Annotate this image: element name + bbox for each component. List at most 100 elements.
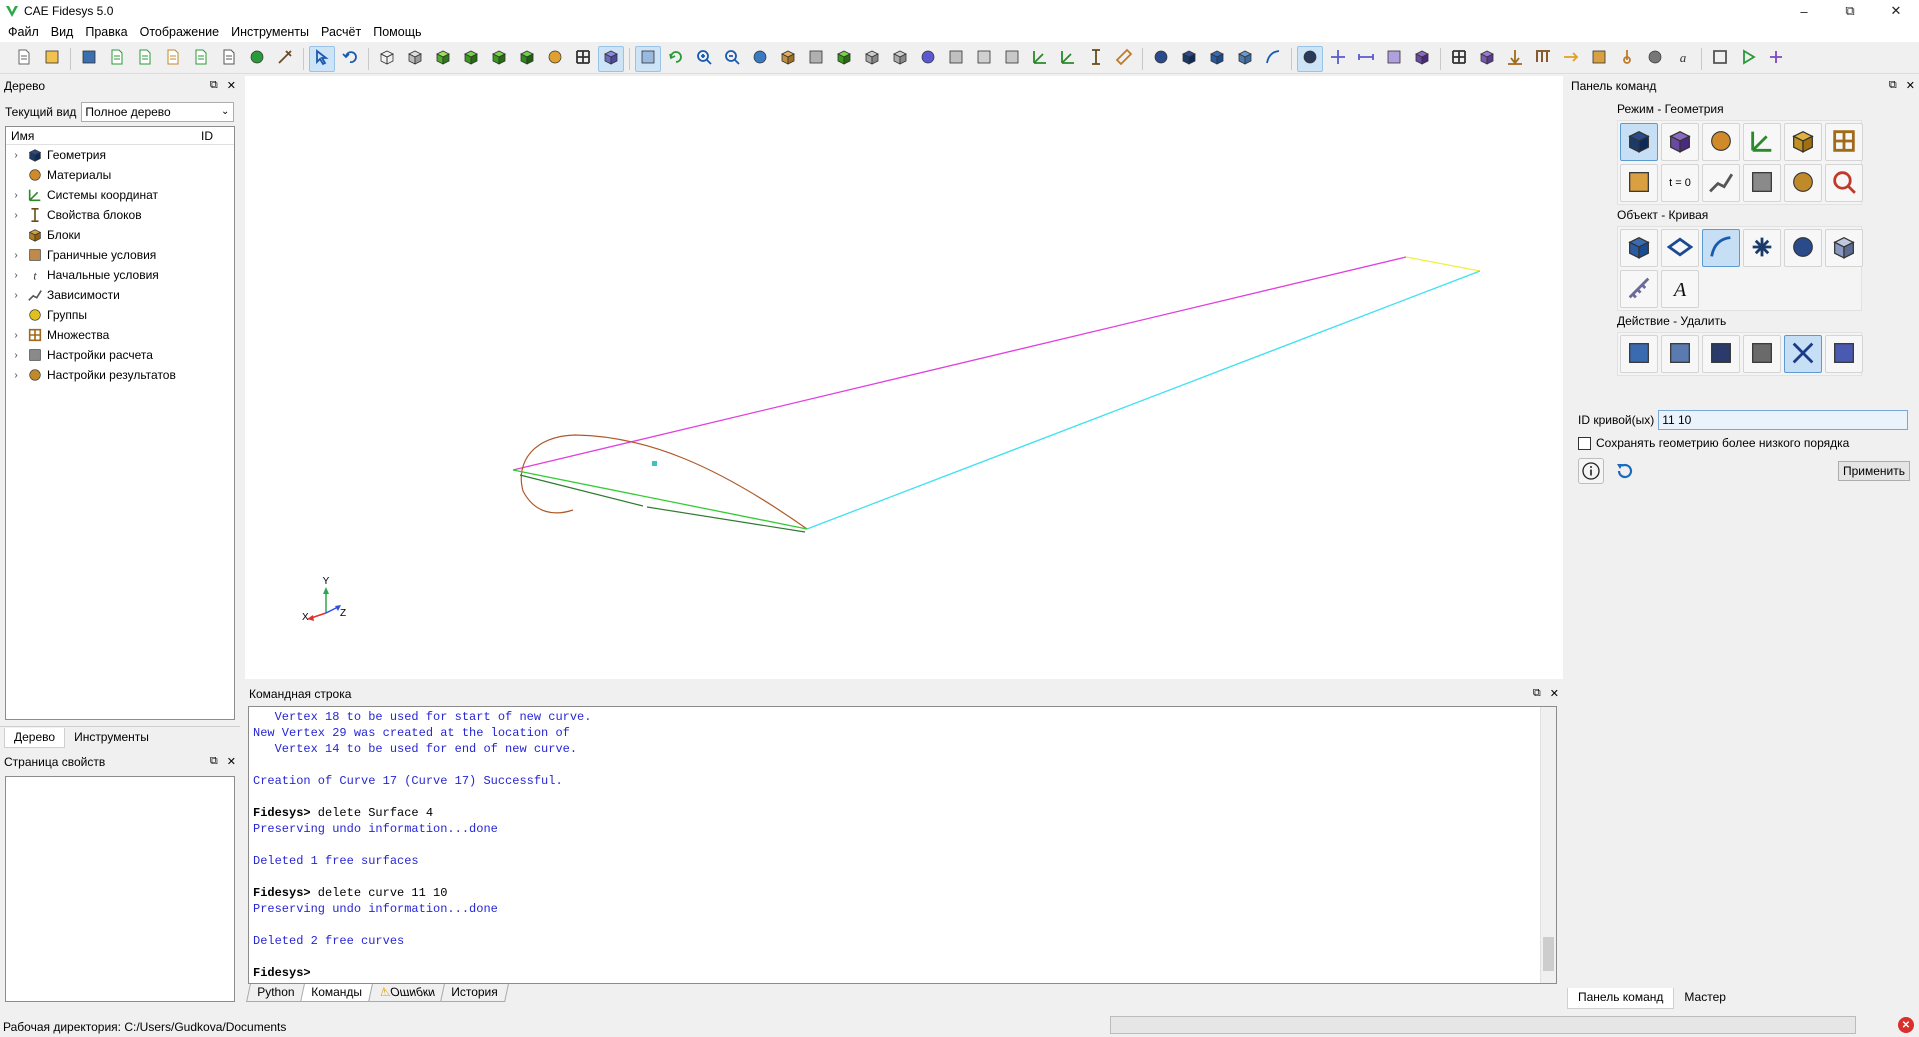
- expand-arrow-icon[interactable]: ›: [9, 150, 23, 161]
- tree-item[interactable]: Блоки: [6, 225, 234, 245]
- info-button[interactable]: [1578, 458, 1604, 484]
- toolbar-box-select-button[interactable]: [598, 45, 624, 72]
- toolbar-new-file-button[interactable]: [11, 46, 37, 72]
- menu-item-1[interactable]: Вид: [45, 22, 80, 42]
- tab-wizard[interactable]: Мастер: [1674, 988, 1736, 1009]
- expand-arrow-icon[interactable]: ›: [9, 190, 23, 201]
- float-icon[interactable]: ⧉: [1889, 79, 1897, 92]
- expand-arrow-icon[interactable]: ›: [9, 290, 23, 301]
- delete-action-button[interactable]: [1784, 335, 1822, 373]
- toolbar-minus-button[interactable]: [1353, 46, 1379, 72]
- tree-header-name[interactable]: Имя: [6, 129, 198, 143]
- tab-command-panel[interactable]: Панель команд: [1567, 988, 1675, 1009]
- float-icon[interactable]: ⧉: [210, 755, 218, 768]
- expand-arrow-icon[interactable]: ›: [9, 330, 23, 341]
- toolbar-rotate-button[interactable]: [663, 46, 689, 72]
- command-tab[interactable]: Python: [246, 984, 306, 1002]
- text-object-button[interactable]: A: [1661, 270, 1699, 308]
- toolbar-open-folder-button[interactable]: [39, 46, 65, 72]
- tree-item[interactable]: › Геометрия: [6, 145, 234, 165]
- toolbar-save-as-button[interactable]: [104, 46, 130, 72]
- vertex-object-button[interactable]: [1743, 229, 1781, 267]
- tree-item[interactable]: › Настройки результатов: [6, 365, 234, 385]
- current-view-select[interactable]: Полное дерево ⌄: [81, 102, 235, 122]
- settings-action-button[interactable]: [1743, 335, 1781, 373]
- materials-mode-button[interactable]: [1702, 123, 1740, 161]
- toolbar-probe-button[interactable]: [542, 46, 568, 72]
- toolbar-plus-button[interactable]: [1325, 46, 1351, 72]
- toolbar-frame-button[interactable]: [1707, 46, 1733, 72]
- expand-arrow-icon[interactable]: ›: [9, 350, 23, 361]
- group-object-button[interactable]: [1784, 229, 1822, 267]
- tree-item[interactable]: › Свойства блоков: [6, 205, 234, 225]
- toolbar-surface-alt-button[interactable]: [1232, 46, 1258, 72]
- geometry-mode-button[interactable]: [1620, 123, 1658, 161]
- tree-item[interactable]: Группы: [6, 305, 234, 325]
- toolbar-ruler-button[interactable]: [1111, 46, 1137, 72]
- create-action-button[interactable]: [1620, 335, 1658, 373]
- toolbar-load-button[interactable]: [1530, 46, 1556, 72]
- loads-mode-button[interactable]: [1620, 164, 1658, 202]
- toolbar-mesh-cube-button[interactable]: [514, 46, 540, 72]
- tree-item[interactable]: › Зависимости: [6, 285, 234, 305]
- toolbar-gears-button[interactable]: [1642, 46, 1668, 72]
- stop-icon[interactable]: ✕: [1898, 1017, 1914, 1033]
- plot-mode-button[interactable]: [1702, 164, 1740, 202]
- toolbar-hidden-cube-button[interactable]: [402, 46, 428, 72]
- toolbar-save-button[interactable]: [76, 46, 102, 72]
- tab-tree[interactable]: Дерево: [4, 728, 66, 748]
- sets-mode-button[interactable]: [1825, 123, 1863, 161]
- minimize-button[interactable]: –: [1781, 0, 1827, 22]
- tree-item[interactable]: › t Начальные условия: [6, 265, 234, 285]
- mesh-mode-button[interactable]: [1661, 123, 1699, 161]
- geometry-canvas[interactable]: Y X Z: [245, 76, 1563, 679]
- toolbar-view-left-button[interactable]: [943, 46, 969, 72]
- toolbar-view-right-button[interactable]: [971, 46, 997, 72]
- menu-item-6[interactable]: Помощь: [367, 22, 427, 42]
- tree-item[interactable]: › Граничные условия: [6, 245, 234, 265]
- keep-lower-order-checkbox[interactable]: [1578, 436, 1591, 450]
- calc-mode-button[interactable]: [1743, 164, 1781, 202]
- command-scrollbar[interactable]: [1540, 707, 1556, 983]
- toolbar-stop-record-button[interactable]: [244, 46, 270, 72]
- toolbar-undo-button[interactable]: [337, 46, 363, 72]
- expand-arrow-icon[interactable]: ›: [9, 250, 23, 261]
- toolbar-run-button[interactable]: [1735, 46, 1761, 72]
- curve-object-button[interactable]: [1702, 229, 1740, 267]
- toolbar-axis-triad-button[interactable]: [1055, 46, 1081, 72]
- toolbar-zoom-in-button[interactable]: [691, 46, 717, 72]
- tree-header-id[interactable]: ID: [198, 129, 213, 143]
- toolbar-view-bottom-button[interactable]: [999, 46, 1025, 72]
- float-icon[interactable]: ⧉: [1533, 687, 1541, 700]
- toolbar-wireframe-cube-button[interactable]: [374, 46, 400, 72]
- close-window-button[interactable]: ✕: [1873, 0, 1919, 22]
- results-mode-button[interactable]: [1784, 164, 1822, 202]
- body-object-button[interactable]: [1825, 229, 1863, 267]
- menu-item-3[interactable]: Отображение: [134, 22, 225, 42]
- command-tab[interactable]: Команды: [300, 984, 374, 1002]
- toolbar-zoom-out-button[interactable]: [719, 46, 745, 72]
- tree-item[interactable]: Материалы: [6, 165, 234, 185]
- command-tab[interactable]: ⚠ Ошибки: [368, 984, 446, 1002]
- toolbar-solid-cube-button[interactable]: [458, 46, 484, 72]
- menu-item-5[interactable]: Расчёт: [315, 22, 367, 42]
- tree-item[interactable]: › Множества: [6, 325, 234, 345]
- tree-item[interactable]: › Системы координат: [6, 185, 234, 205]
- toolbar-curve-button[interactable]: [1260, 46, 1286, 72]
- toolbar-grid-view-button[interactable]: [570, 46, 596, 72]
- blocks-mode-button[interactable]: [1784, 123, 1822, 161]
- tree-item[interactable]: › Настройки расчета: [6, 345, 234, 365]
- copy-action-button[interactable]: [1825, 335, 1863, 373]
- float-icon[interactable]: ⧉: [210, 79, 218, 92]
- toolbar-square-button[interactable]: [1381, 46, 1407, 72]
- toolbar-beam-button[interactable]: [1586, 46, 1612, 72]
- command-output[interactable]: Vertex 18 to be used for start of new cu…: [248, 706, 1557, 984]
- inspect-mode-button[interactable]: [1825, 164, 1863, 202]
- toolbar-volume-button[interactable]: [1176, 46, 1202, 72]
- volume-object-button[interactable]: [1620, 229, 1658, 267]
- expand-arrow-icon[interactable]: ›: [9, 210, 23, 221]
- initial-t0-button[interactable]: t = 0: [1661, 164, 1699, 202]
- toolbar-cube-purple-button[interactable]: [1474, 46, 1500, 72]
- toolbar-shaded-cube-button[interactable]: [430, 46, 456, 72]
- menu-item-4[interactable]: Инструменты: [225, 22, 315, 42]
